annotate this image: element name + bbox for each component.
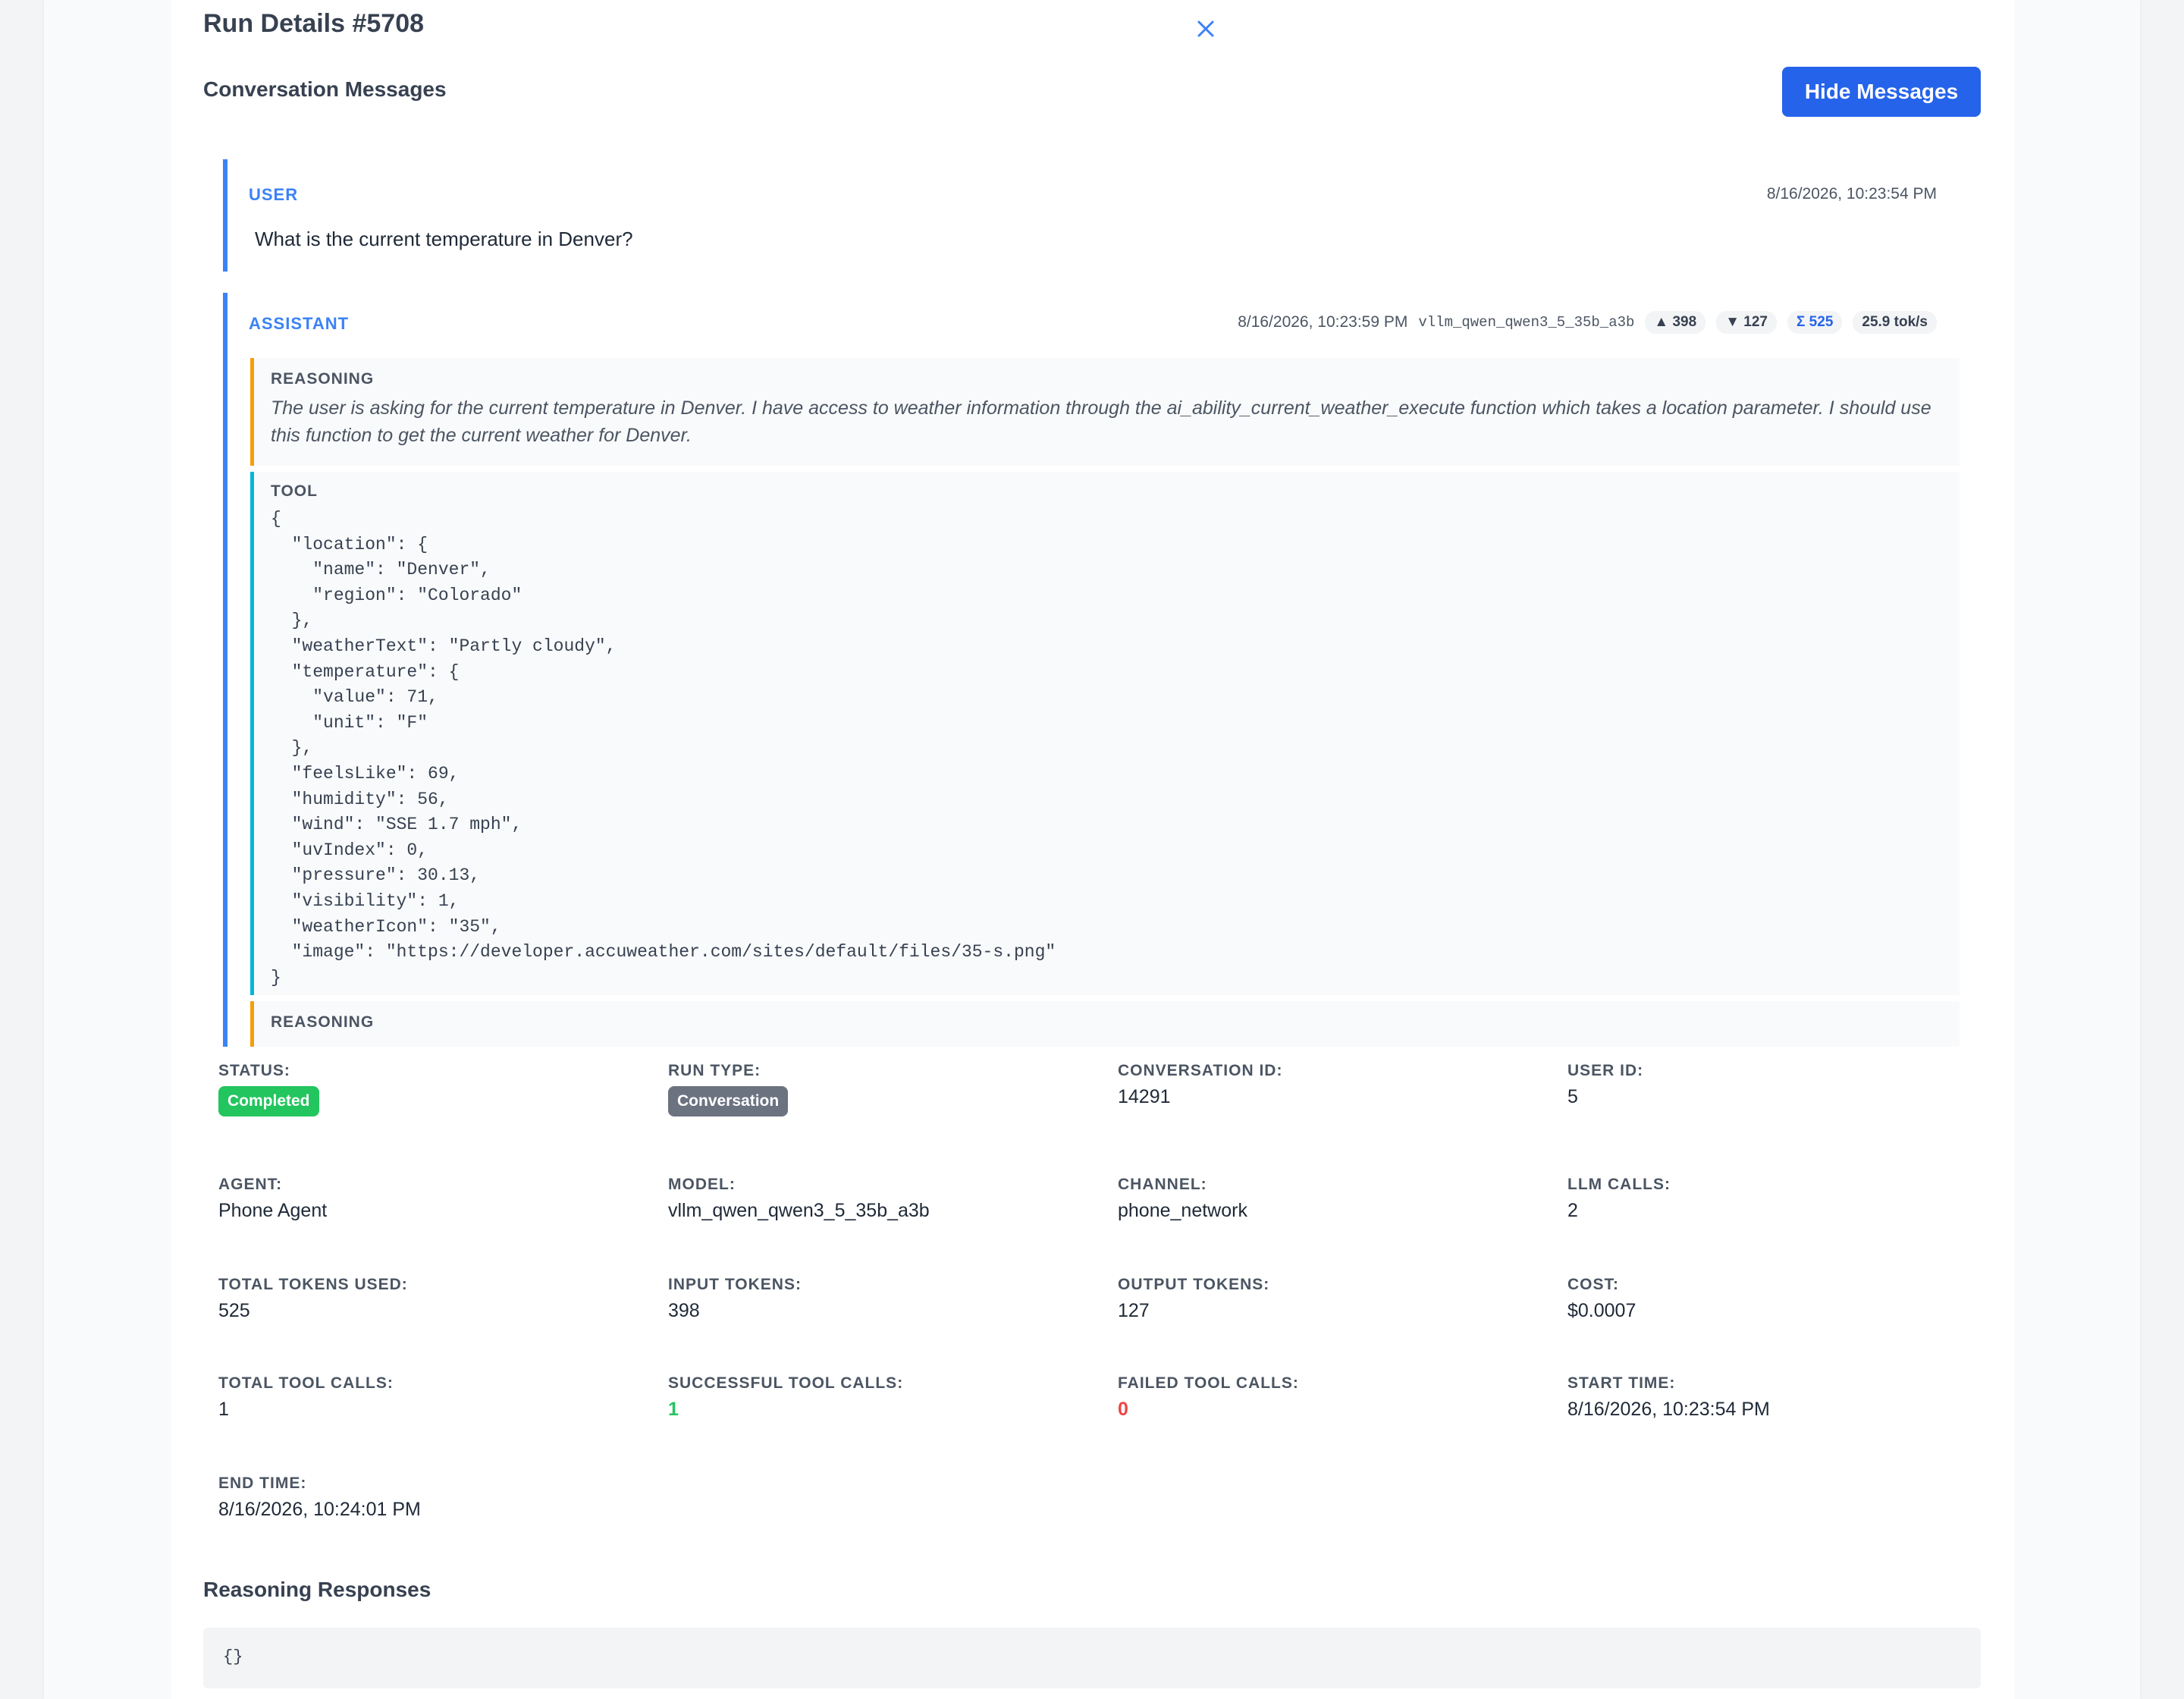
field-value: 14291 bbox=[1118, 1086, 1171, 1107]
reasoning-label: REASONING bbox=[271, 1013, 375, 1031]
field-value: 8/16/2026, 10:23:54 PM bbox=[1567, 1399, 1770, 1420]
assistant-message: ASSISTANT 8/16/2026, 10:23:59 PM vllm_qw… bbox=[223, 293, 1960, 1047]
page-title: Run Details #5708 bbox=[203, 9, 425, 38]
tool-label: TOOL bbox=[271, 482, 318, 500]
field-label: COST: bbox=[1567, 1276, 1619, 1293]
field-label: CONVERSATION ID: bbox=[1118, 1062, 1283, 1079]
field-label: AGENT: bbox=[218, 1176, 283, 1193]
output-tokens-pill: ▼ 127 bbox=[1716, 311, 1777, 334]
user-message: USER 8/16/2026, 10:23:54 PM What is the … bbox=[223, 159, 1960, 272]
field-label: USER ID: bbox=[1567, 1062, 1644, 1079]
field-value: 1 bbox=[218, 1399, 229, 1420]
field-label: CHANNEL: bbox=[1118, 1176, 1207, 1193]
field-label: RUN TYPE: bbox=[668, 1062, 761, 1079]
field-label: START TIME: bbox=[1567, 1374, 1676, 1392]
hide-messages-button[interactable]: Hide Messages bbox=[1782, 67, 1981, 117]
field-value: Phone Agent bbox=[218, 1200, 328, 1221]
run-type-badge: Conversation bbox=[668, 1086, 789, 1116]
field-status: STATUS: Completed bbox=[218, 1062, 643, 1116]
field-output-tokens: OUTPUT TOKENS: 127 bbox=[1118, 1276, 1542, 1322]
message-role: USER bbox=[249, 185, 299, 204]
message-timestamp: 8/16/2026, 10:23:54 PM bbox=[1766, 185, 1937, 203]
field-label: INPUT TOKENS: bbox=[668, 1276, 802, 1293]
field-value: 525 bbox=[218, 1300, 250, 1321]
field-run-type: RUN TYPE: Conversation bbox=[668, 1062, 1093, 1116]
field-total-tokens: TOTAL TOKENS USED: 525 bbox=[218, 1276, 643, 1322]
reasoning-block: REASONING The user is asking for the cur… bbox=[250, 358, 1960, 466]
field-llm-calls: LLM CALLS: 2 bbox=[1567, 1176, 1992, 1222]
input-tokens-pill: ▲ 398 bbox=[1645, 311, 1706, 334]
speed-pill: 25.9 tok/s bbox=[1853, 311, 1937, 334]
messages-scroll-area[interactable]: USER 8/16/2026, 10:23:54 PM What is the … bbox=[203, 152, 1981, 1047]
total-tokens-pill: Σ 525 bbox=[1787, 311, 1843, 334]
message-role: ASSISTANT bbox=[249, 314, 350, 333]
reasoning-block-2: REASONING bbox=[250, 1001, 1960, 1047]
field-conversation-id: CONVERSATION ID: 14291 bbox=[1118, 1062, 1542, 1108]
field-value: vllm_qwen_qwen3_5_35b_a3b bbox=[668, 1200, 930, 1221]
field-user-id: USER ID: 5 bbox=[1567, 1062, 1992, 1108]
reasoning-responses-box: {} bbox=[203, 1628, 1981, 1688]
field-label: TOTAL TOKENS USED: bbox=[218, 1276, 408, 1293]
conversation-messages-title: Conversation Messages bbox=[203, 77, 447, 101]
tool-output: { "location": { "name": "Denver", "regio… bbox=[271, 509, 1056, 988]
field-model: MODEL: vllm_qwen_qwen3_5_35b_a3b bbox=[668, 1176, 1093, 1222]
field-agent: AGENT: Phone Agent bbox=[218, 1176, 643, 1222]
message-timestamp: 8/16/2026, 10:23:59 PM bbox=[1238, 313, 1408, 331]
field-label: STATUS: bbox=[218, 1062, 290, 1079]
field-value: 5 bbox=[1567, 1086, 1578, 1107]
close-button[interactable] bbox=[1192, 15, 1219, 42]
field-label: LLM CALLS: bbox=[1567, 1176, 1671, 1193]
field-value: $0.0007 bbox=[1567, 1300, 1636, 1321]
field-start-time: START TIME: 8/16/2026, 10:23:54 PM bbox=[1567, 1374, 1992, 1421]
field-value: 2 bbox=[1567, 1200, 1578, 1221]
field-total-tool-calls: TOTAL TOOL CALLS: 1 bbox=[218, 1374, 643, 1421]
field-successful-tool-calls: SUCCESSFUL TOOL CALLS: 1 bbox=[668, 1374, 1093, 1421]
field-value: 1 bbox=[668, 1399, 679, 1420]
field-label: END TIME: bbox=[218, 1474, 307, 1492]
field-cost: COST: $0.0007 bbox=[1567, 1276, 1992, 1322]
tool-block: TOOL { "location": { "name": "Denver", "… bbox=[250, 472, 1960, 995]
field-channel: CHANNEL: phone_network bbox=[1118, 1176, 1542, 1222]
status-badge: Completed bbox=[218, 1086, 319, 1116]
field-value: phone_network bbox=[1118, 1200, 1247, 1221]
field-value: 127 bbox=[1118, 1300, 1150, 1321]
field-label: TOTAL TOOL CALLS: bbox=[218, 1374, 394, 1392]
message-text: What is the current temperature in Denve… bbox=[255, 228, 633, 250]
field-value: 0 bbox=[1118, 1399, 1128, 1420]
field-label: FAILED TOOL CALLS: bbox=[1118, 1374, 1299, 1392]
message-meta: 8/16/2026, 10:23:59 PM vllm_qwen_qwen3_5… bbox=[1238, 309, 1937, 335]
reasoning-text: The user is asking for the current tempe… bbox=[271, 397, 1931, 446]
close-icon bbox=[1197, 20, 1214, 37]
field-label: MODEL: bbox=[668, 1176, 736, 1193]
reasoning-responses-title: Reasoning Responses bbox=[203, 1578, 431, 1601]
field-failed-tool-calls: FAILED TOOL CALLS: 0 bbox=[1118, 1374, 1542, 1421]
field-end-time: END TIME: 8/16/2026, 10:24:01 PM bbox=[218, 1474, 643, 1521]
field-value: 398 bbox=[668, 1300, 700, 1321]
field-label: SUCCESSFUL TOOL CALLS: bbox=[668, 1374, 904, 1392]
reasoning-label: REASONING bbox=[271, 370, 375, 388]
field-value: 8/16/2026, 10:24:01 PM bbox=[218, 1499, 421, 1520]
reasoning-responses-value: {} bbox=[223, 1647, 243, 1666]
message-model: vllm_qwen_qwen3_5_35b_a3b bbox=[1418, 314, 1635, 331]
field-input-tokens: INPUT TOKENS: 398 bbox=[668, 1276, 1093, 1322]
field-label: OUTPUT TOKENS: bbox=[1118, 1276, 1270, 1293]
